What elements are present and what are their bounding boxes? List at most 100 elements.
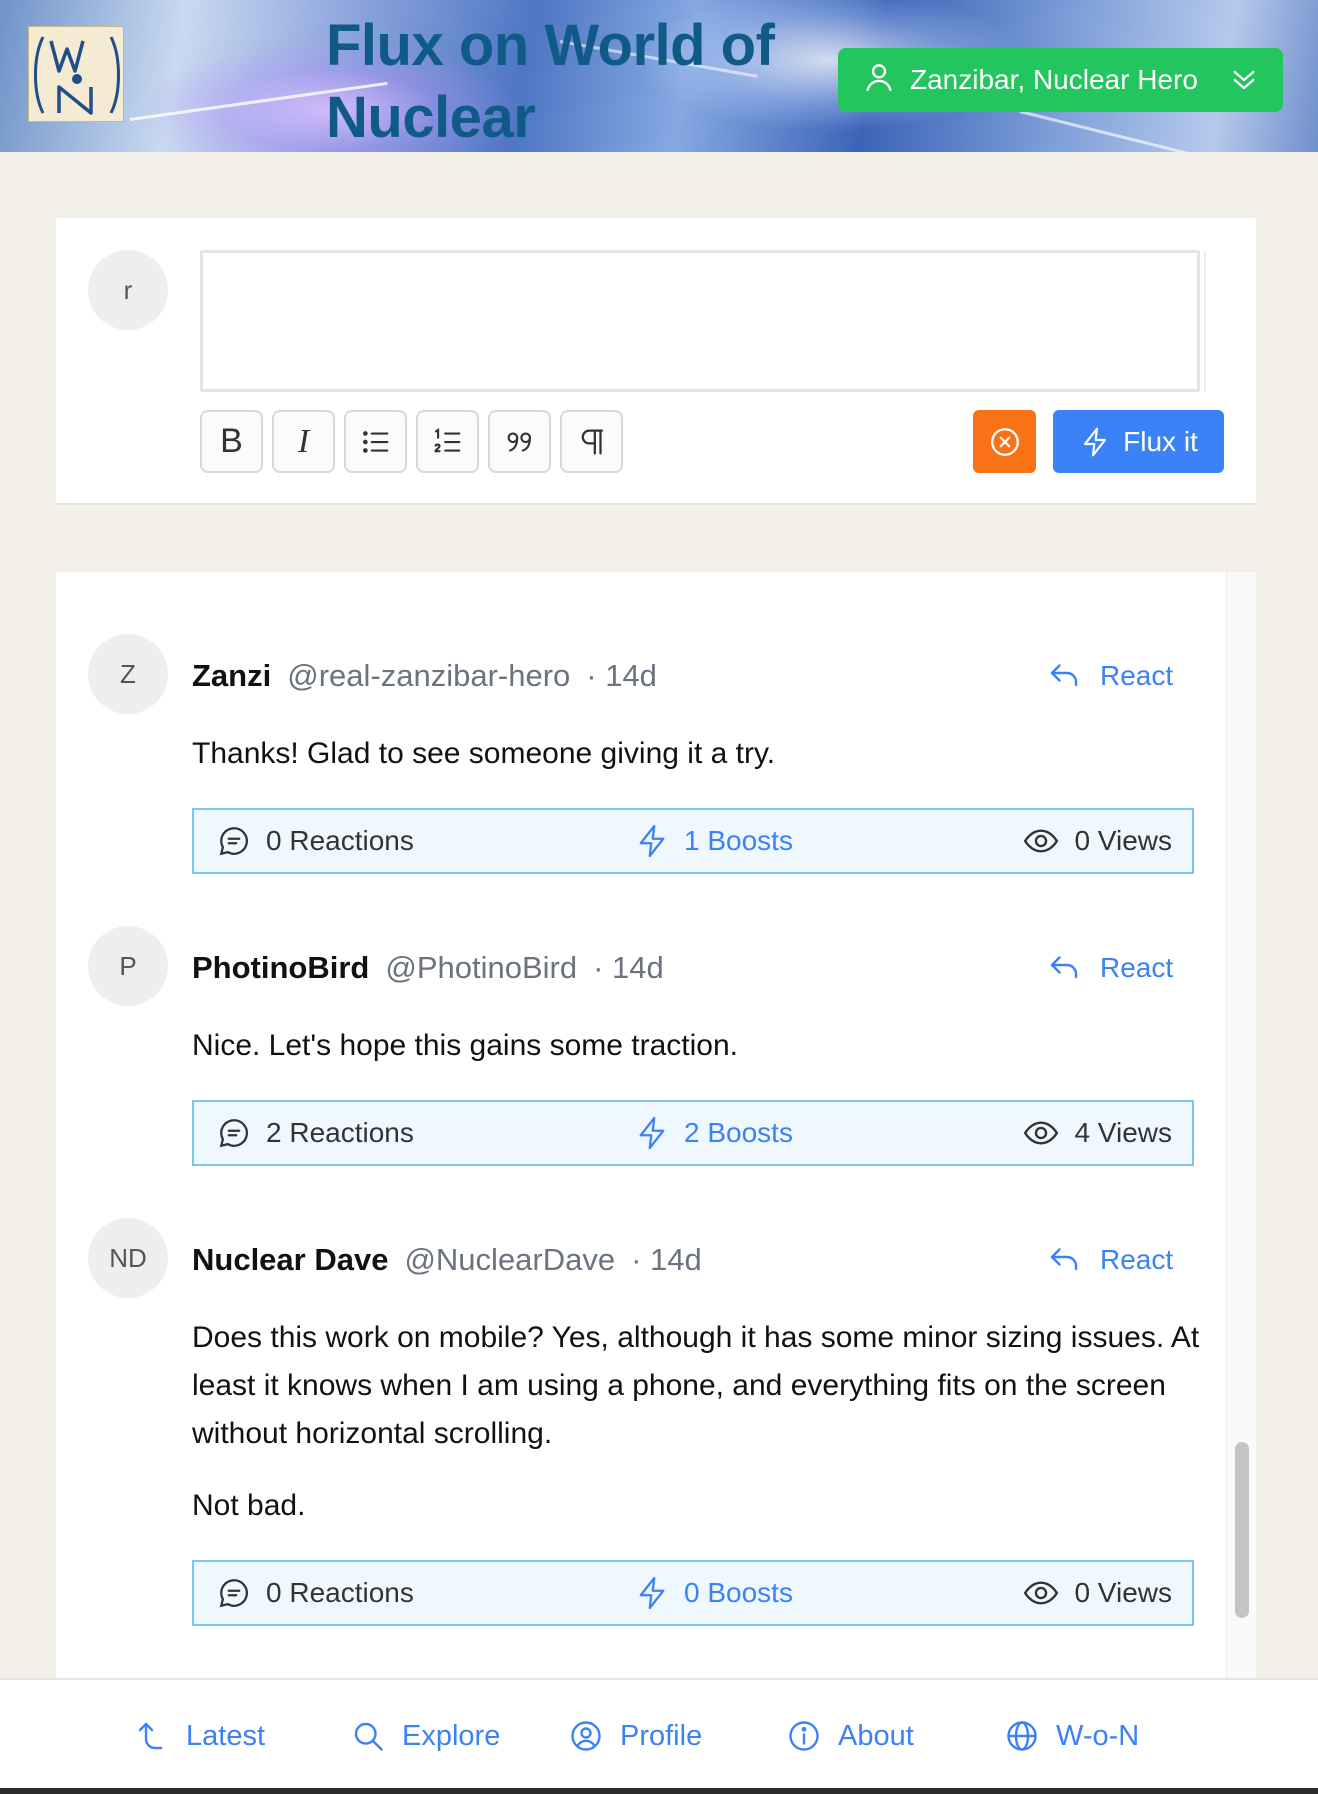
cancel-button[interactable] xyxy=(973,410,1036,473)
close-circle-icon xyxy=(990,427,1019,456)
ordered-list-button[interactable] xyxy=(416,410,479,473)
boosts-count: 1 Boosts xyxy=(684,825,793,856)
user-menu-button[interactable]: Zanzibar, Nuclear Hero xyxy=(838,48,1283,112)
nav-item-about[interactable]: About xyxy=(786,1680,914,1792)
flux-it-button[interactable]: Flux it xyxy=(1053,410,1224,473)
reactions-stat[interactable]: 0 Reactions xyxy=(216,1562,414,1624)
nav-label: W-o-N xyxy=(1056,1719,1140,1752)
list-item: ND Nuclear Dave @NuclearDave · 14d React… xyxy=(56,1218,1226,1638)
boosts-count: 2 Boosts xyxy=(684,1117,793,1148)
arrow-up-turn-icon xyxy=(138,1722,163,1750)
post-author-name[interactable]: Zanzi xyxy=(192,658,271,694)
nav-item-profile[interactable]: Profile xyxy=(568,1680,702,1792)
post-body: Nice. Let's hope this gains some tractio… xyxy=(192,1022,1202,1070)
bold-icon: B xyxy=(220,422,243,460)
bolt-icon xyxy=(1084,427,1107,456)
post-body: Does this work on mobile? Yes, although … xyxy=(192,1314,1202,1530)
post-paragraph: Does this work on mobile? Yes, although … xyxy=(192,1321,1200,1450)
user-circle-icon xyxy=(571,1721,601,1751)
post-timestamp: · 14d xyxy=(586,658,657,693)
views-count: 0 Views xyxy=(1074,825,1172,856)
reply-arrow-icon xyxy=(1050,1248,1078,1271)
window-bottom-edge xyxy=(0,1788,1318,1794)
italic-button[interactable]: I xyxy=(272,410,335,473)
bullet-list-button[interactable] xyxy=(344,410,407,473)
bullet-list-icon xyxy=(362,430,388,453)
reply-arrow-icon xyxy=(1050,664,1078,687)
globe-icon xyxy=(1007,1721,1037,1751)
nav-label: Profile xyxy=(620,1719,703,1752)
post-stats-bar: 2 Reactions 2 Boosts 4 Views xyxy=(192,1100,1194,1166)
paragraph-button[interactable] xyxy=(560,410,623,473)
post-author-name[interactable]: PhotinoBird xyxy=(192,950,369,986)
bolt-icon xyxy=(639,1116,665,1150)
reactions-count: 2 Reactions xyxy=(266,1117,414,1148)
avatar: P xyxy=(88,926,168,1006)
post-header: PhotinoBird @PhotinoBird · 14d xyxy=(192,950,664,986)
nav-label: About xyxy=(838,1719,914,1752)
reply-arrow-icon xyxy=(1050,956,1078,979)
reactions-count: 0 Reactions xyxy=(266,825,414,856)
react-button[interactable]: React xyxy=(1046,950,1173,986)
post-header: Nuclear Dave @NuclearDave · 14d xyxy=(192,1242,702,1278)
blockquote-button[interactable] xyxy=(488,410,551,473)
views-stat: 4 Views xyxy=(1022,1102,1172,1164)
header-light-streak xyxy=(1019,110,1254,152)
views-stat: 0 Views xyxy=(1022,1562,1172,1624)
quote-icon xyxy=(507,431,531,452)
react-button[interactable]: React xyxy=(1046,658,1173,694)
post-header: Zanzi @real-zanzibar-hero · 14d xyxy=(192,658,657,694)
bottom-navigation: Latest Explore Profile About W-o-N xyxy=(0,1678,1318,1794)
list-item: P PhotinoBird @PhotinoBird · 14d React N… xyxy=(56,926,1226,1176)
eye-icon xyxy=(1024,1121,1059,1145)
bold-button[interactable]: B xyxy=(200,410,263,473)
react-label: React xyxy=(1100,660,1174,691)
world-of-nuclear-logo-icon xyxy=(34,36,120,115)
nav-item-world-of-nuclear[interactable]: W-o-N xyxy=(1004,1680,1139,1792)
page-title: Flux on World of Nuclear xyxy=(326,13,775,150)
chevron-double-down-icon xyxy=(1228,64,1260,96)
avatar: Z xyxy=(88,634,168,714)
user-menu-label: Zanzibar, Nuclear Hero xyxy=(910,64,1198,95)
views-stat: 0 Views xyxy=(1022,810,1172,872)
ordered-list-icon xyxy=(433,427,460,452)
post-author-handle[interactable]: @PhotinoBird xyxy=(385,950,577,986)
boosts-stat[interactable]: 2 Boosts xyxy=(634,1102,793,1164)
boosts-stat[interactable]: 1 Boosts xyxy=(634,810,793,872)
post-author-name[interactable]: Nuclear Dave xyxy=(192,1242,388,1278)
list-item: Z Zanzi @real-zanzibar-hero · 14d React … xyxy=(56,634,1226,884)
nav-label: Latest xyxy=(186,1719,265,1752)
react-label: React xyxy=(1100,952,1174,983)
post-paragraph: Nice. Let's hope this gains some tractio… xyxy=(192,1029,739,1062)
comment-icon xyxy=(219,1579,248,1608)
react-button[interactable]: React xyxy=(1046,1242,1173,1278)
post-editor-input[interactable] xyxy=(200,250,1200,392)
app-header: Flux on World of Nuclear Zanzibar, Nucle… xyxy=(0,0,1318,152)
avatar: r xyxy=(88,250,168,330)
reactions-stat[interactable]: 0 Reactions xyxy=(216,810,414,872)
bolt-icon xyxy=(639,824,665,858)
boosts-stat[interactable]: 0 Boosts xyxy=(634,1562,793,1624)
boosts-count: 0 Boosts xyxy=(684,1577,793,1608)
info-icon xyxy=(789,1721,819,1751)
nav-item-explore[interactable]: Explore xyxy=(350,1680,500,1792)
post-stats-bar: 0 Reactions 1 Boosts 0 Views xyxy=(192,808,1194,874)
post-timestamp: · 14d xyxy=(631,1242,702,1277)
nav-item-latest[interactable]: Latest xyxy=(134,1680,265,1792)
views-count: 4 Views xyxy=(1074,1117,1172,1148)
feed-list: Z Zanzi @real-zanzibar-hero · 14d React … xyxy=(56,572,1256,1678)
eye-icon xyxy=(1024,1581,1059,1605)
post-author-handle[interactable]: @NuclearDave xyxy=(404,1242,615,1278)
avatar: ND xyxy=(88,1218,168,1298)
reactions-stat[interactable]: 2 Reactions xyxy=(216,1102,414,1164)
site-logo[interactable] xyxy=(28,26,124,122)
comment-icon xyxy=(219,827,248,856)
nav-label: Explore xyxy=(402,1719,501,1752)
views-count: 0 Views xyxy=(1074,1577,1172,1608)
scrollbar-thumb[interactable] xyxy=(1235,1442,1249,1618)
reactions-count: 0 Reactions xyxy=(266,1577,414,1608)
eye-icon xyxy=(1024,829,1059,853)
post-author-handle[interactable]: @real-zanzibar-hero xyxy=(287,658,570,694)
post-paragraph: Thanks! Glad to see someone giving it a … xyxy=(192,737,776,770)
post-timestamp: · 14d xyxy=(593,950,664,985)
